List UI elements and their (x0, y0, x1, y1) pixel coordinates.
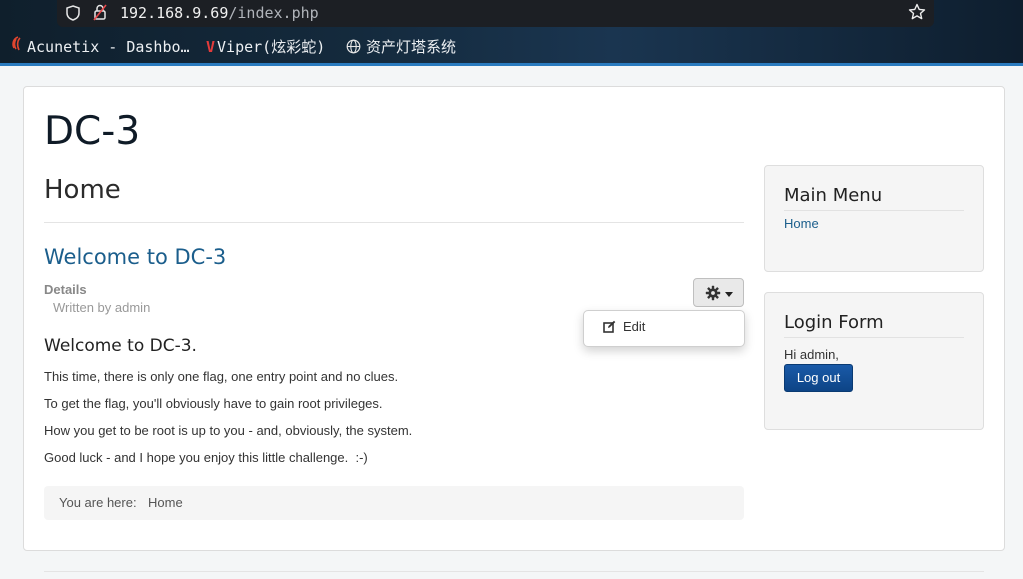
globe-icon (346, 38, 361, 56)
divider (784, 337, 964, 338)
url-host: 192.168.9.69 (120, 4, 229, 22)
bookmark-label: Acunetix - Dashbo… (27, 38, 190, 56)
url-text[interactable]: 192.168.9.69/index.php (120, 4, 319, 22)
bookmarks-bar: Acunetix - Dashbo… V Viper(炫彩蛇) 资产灯塔系统 (0, 34, 1023, 58)
article-tools-dropdown: Edit (583, 310, 745, 347)
page-heading: Home (44, 175, 121, 205)
breadcrumb: You are here: Home (44, 486, 744, 520)
edit-menu-item[interactable]: Edit (603, 319, 645, 334)
chrome-accent-bar (0, 63, 1023, 66)
bookmark-asset-tower[interactable]: 资产灯塔系统 (346, 36, 456, 57)
article-paragraph: This time, there is only one flag, one e… (44, 369, 399, 384)
bookmark-acunetix[interactable]: Acunetix - Dashbo… (10, 36, 190, 56)
article-tools-button[interactable] (693, 278, 744, 307)
divider (784, 210, 964, 211)
site-title[interactable]: DC-3 (44, 109, 140, 154)
insecure-lock-icon[interactable] (93, 4, 107, 21)
bookmark-star-icon[interactable] (908, 3, 926, 21)
bookmark-label: 资产灯塔系统 (366, 38, 457, 56)
edit-label: Edit (623, 319, 646, 334)
details-label: Details (44, 282, 87, 297)
gear-icon (705, 285, 721, 301)
viper-icon: V (206, 38, 216, 56)
login-form-module: Login Form Hi admin, Log out (764, 292, 984, 430)
article-paragraph: To get the flag, you'll obviously have t… (44, 396, 383, 411)
main-menu-module: Main Menu Home (764, 165, 984, 272)
footer-divider (44, 571, 984, 572)
article-paragraph: Good luck - and I hope you enjoy this li… (44, 450, 368, 465)
article-body-heading: Welcome to DC-3. (44, 336, 197, 356)
page-container: DC-3 Home Welcome to DC-3 Details Writte… (23, 86, 1005, 551)
edit-icon (603, 320, 616, 333)
logout-button[interactable]: Log out (784, 364, 853, 392)
article-paragraph: How you get to be root is up to you - an… (44, 423, 413, 438)
bookmark-viper[interactable]: V Viper(炫彩蛇) (206, 36, 325, 57)
acunetix-icon (10, 36, 22, 56)
greeting-text: Hi admin, (784, 347, 839, 362)
breadcrumb-label: You are here: (59, 495, 137, 510)
author-info: Written by admin (53, 300, 151, 315)
address-bar[interactable]: 192.168.9.69/index.php (57, 0, 934, 27)
url-path: /index.php (228, 4, 319, 22)
module-title: Login Form (784, 312, 884, 333)
chevron-down-icon (725, 292, 733, 297)
module-title: Main Menu (784, 185, 883, 206)
menu-item-home[interactable]: Home (784, 216, 819, 231)
browser-chrome: 192.168.9.69/index.php Acunetix - Dashbo… (0, 0, 1023, 66)
divider (44, 222, 744, 223)
bookmark-label: Viper(炫彩蛇) (217, 38, 326, 56)
article-title-link[interactable]: Welcome to DC-3 (44, 245, 226, 269)
breadcrumb-item-home: Home (148, 495, 183, 510)
shield-icon[interactable] (66, 5, 80, 21)
